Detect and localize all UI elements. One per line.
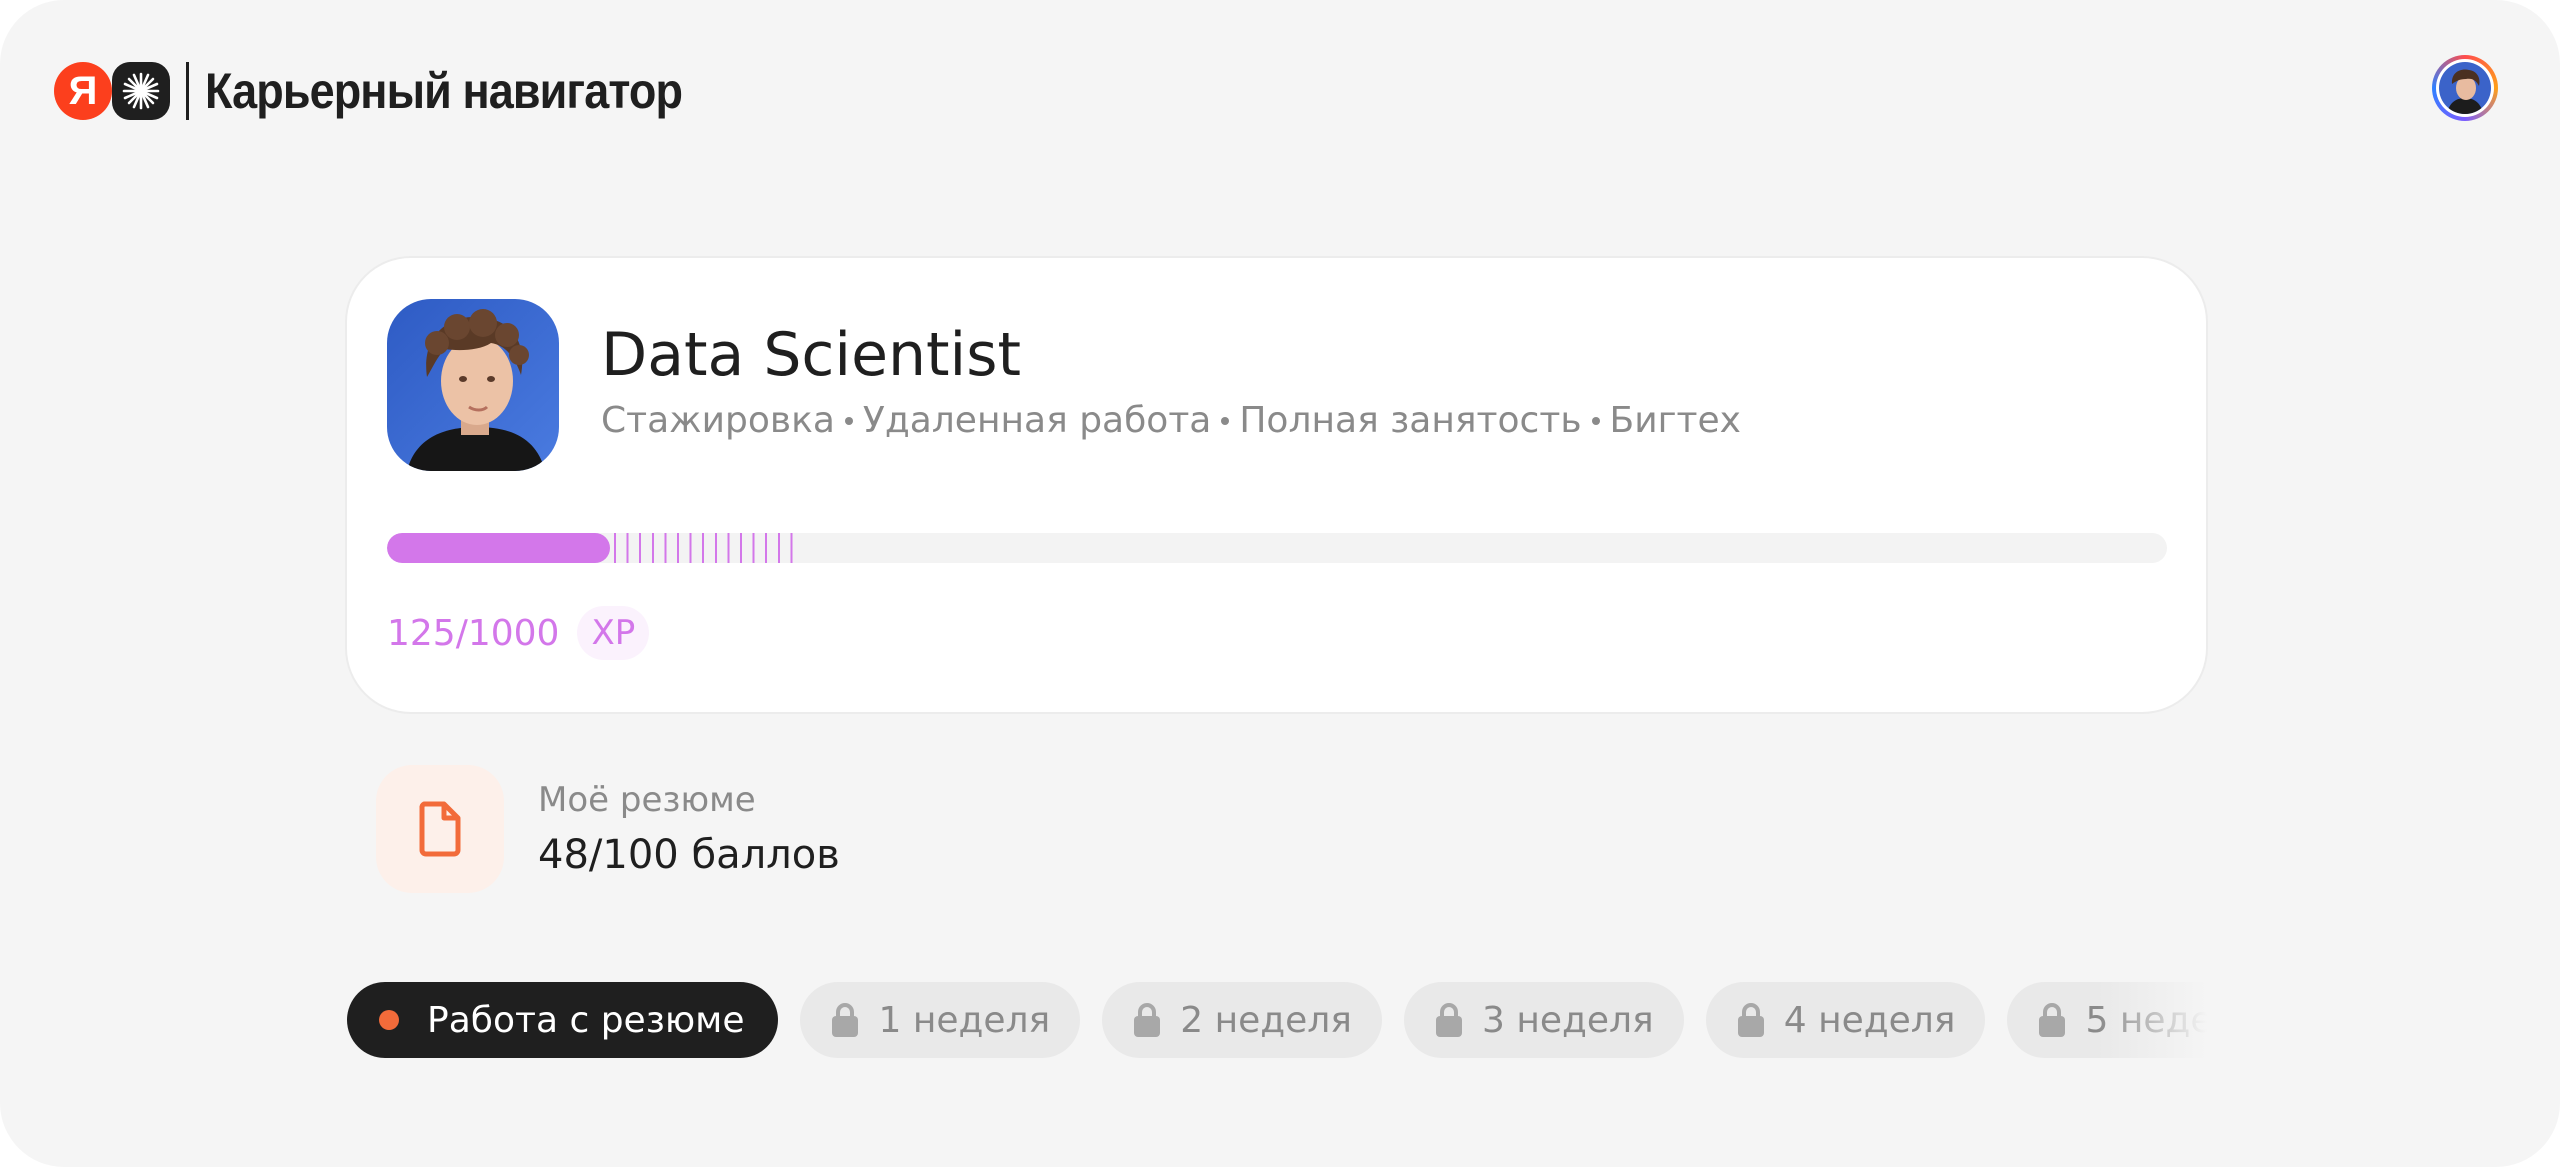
avatar-photo-icon [2439, 62, 2491, 114]
logo-divider [186, 62, 189, 120]
tab-label: 4 неделя [1783, 999, 1956, 1041]
resume-label: Моё резюме [538, 780, 756, 820]
tab-label: 3 неделя [1481, 999, 1654, 1041]
lock-icon [1434, 1002, 1464, 1038]
tab-week-4[interactable]: 4 неделя [1705, 982, 1986, 1058]
profile-card: Data Scientist Стажировка Удаленная рабо… [347, 258, 2206, 712]
asterisk-icon [122, 72, 160, 110]
lock-icon [2037, 1002, 2067, 1038]
tab-label: Работа с резюме [427, 999, 745, 1041]
tag-remote: Удаленная работа [862, 400, 1212, 441]
tab-label: 2 неделя [1180, 999, 1352, 1041]
tab-label: 1 неделя [878, 999, 1051, 1041]
lock-icon [1132, 1002, 1162, 1038]
tag-separator [844, 416, 853, 425]
xp-progress-bar [387, 533, 2167, 563]
tag-full-time: Полная занятость [1239, 400, 1582, 441]
app-frame: Я Карьерный навигатор Data Scientist Ста… [0, 0, 2560, 1167]
job-tags: Стажировка Удаленная работа Полная занят… [601, 400, 1741, 441]
tab-week-3[interactable]: 3 неделя [1403, 982, 1684, 1058]
tab-label: 5 неделя [2085, 999, 2207, 1041]
header: Я Карьерный навигатор [54, 58, 735, 124]
user-avatar[interactable] [2432, 55, 2498, 121]
tab-week-1[interactable]: 1 неделя [800, 982, 1081, 1058]
tag-bigtech: Бигтех [1609, 400, 1741, 441]
xp-unit-badge: XP [577, 606, 650, 660]
tab-week-2[interactable]: 2 неделя [1102, 982, 1382, 1058]
practicum-logo-icon[interactable] [112, 62, 170, 120]
resume-icon-tile [376, 765, 504, 893]
document-icon [419, 801, 461, 857]
stage-tabs: Работа с резюме 1 неделя 2 неделя 3 неде… [347, 982, 2207, 1058]
resume-entry[interactable]: Моё резюме 48/100 баллов [376, 765, 840, 893]
xp-value: 125/1000 [387, 612, 560, 654]
lock-icon [1736, 1002, 1766, 1038]
tab-resume-work[interactable]: Работа с резюме [347, 982, 779, 1058]
xp-progress-fill [387, 533, 610, 563]
app-title: Карьерный навигатор [205, 63, 683, 119]
xp-progress-next-reward-marks [614, 533, 801, 563]
tab-week-5[interactable]: 5 неделя [2007, 982, 2207, 1058]
tag-separator [1591, 416, 1600, 425]
yandex-logo[interactable]: Я [54, 62, 112, 120]
resume-score: 48/100 баллов [538, 832, 840, 878]
job-title: Data Scientist [601, 320, 1021, 390]
active-status-dot [379, 1010, 399, 1030]
profile-photo [387, 299, 559, 471]
user-avatar-inner [2436, 59, 2494, 117]
yandex-logo-letter: Я [68, 68, 98, 113]
tag-separator [1221, 416, 1230, 425]
lock-icon [830, 1002, 860, 1038]
xp-row: 125/1000 XP [387, 606, 650, 660]
profile-photo-image [387, 299, 559, 471]
tag-internship: Стажировка [601, 400, 835, 441]
resume-text: Моё резюме 48/100 баллов [538, 780, 840, 878]
